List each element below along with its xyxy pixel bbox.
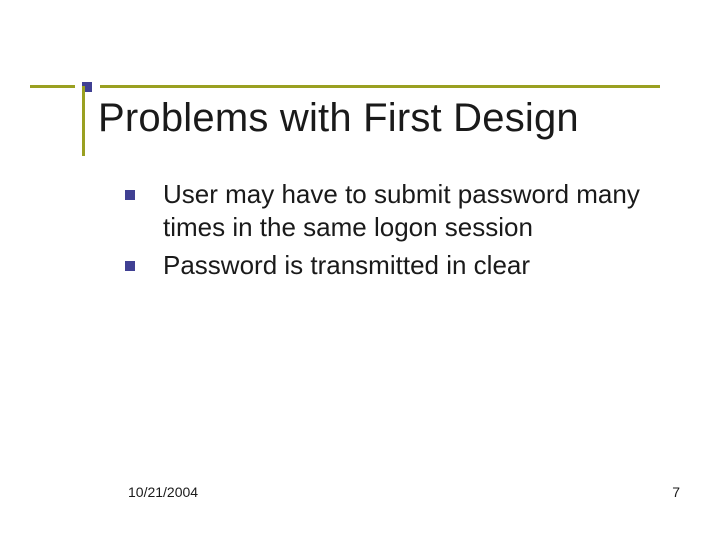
rule-segment-right	[100, 85, 660, 88]
square-bullet-icon	[125, 261, 135, 271]
rule-segment-left	[30, 85, 75, 88]
footer-date: 10/21/2004	[128, 484, 198, 500]
footer-page-number: 7	[672, 484, 680, 500]
slide: Problems with First Design User may have…	[0, 0, 720, 540]
bullet-text: Password is transmitted in clear	[163, 250, 530, 280]
rule-vertical-accent	[82, 86, 85, 156]
bullet-item: Password is transmitted in clear	[125, 249, 655, 282]
bullet-text: User may have to submit password many ti…	[163, 179, 640, 242]
square-bullet-icon	[125, 190, 135, 200]
slide-body: User may have to submit password many ti…	[125, 178, 655, 288]
title-rule	[30, 78, 680, 96]
bullet-item: User may have to submit password many ti…	[125, 178, 655, 243]
slide-title: Problems with First Design	[98, 96, 579, 141]
